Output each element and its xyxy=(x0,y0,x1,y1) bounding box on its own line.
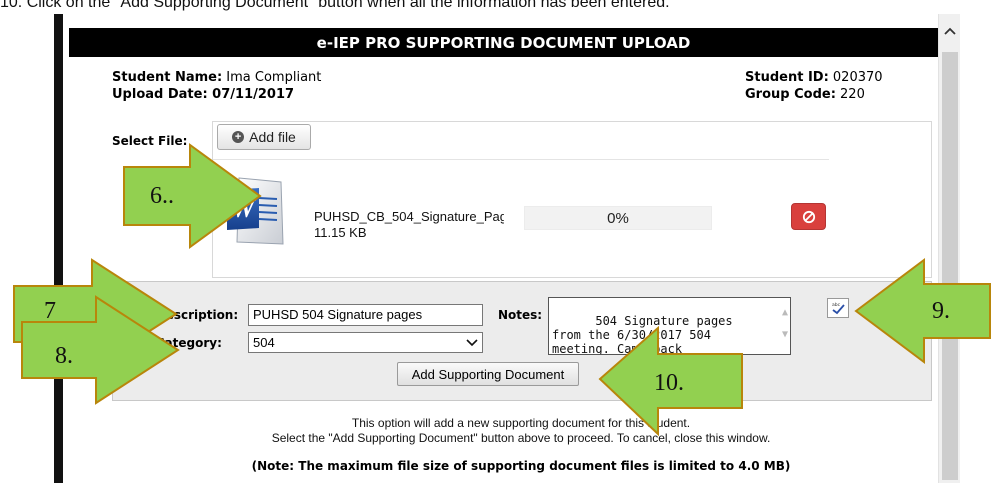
upload-area: + Add file W PUHSD_CB_504_Signature_Pag xyxy=(212,121,932,278)
divider xyxy=(213,159,829,160)
spell-check-button[interactable]: abc xyxy=(827,298,849,318)
group-code: Group Code: 220 xyxy=(745,87,865,102)
callout-arrow-9 xyxy=(854,258,991,364)
student-name-value: Ima Compliant xyxy=(222,70,322,85)
vertical-scrollbar[interactable] xyxy=(938,14,961,483)
upload-progress-bar: 0% xyxy=(524,206,712,230)
callout-arrow-8 xyxy=(21,295,180,405)
notes-label: Notes: xyxy=(498,308,543,322)
student-id-label: Student ID: xyxy=(745,70,829,85)
svg-text:abc: abc xyxy=(832,302,841,308)
chevron-down-icon xyxy=(466,333,478,358)
upload-date-value: 07/11/2017 xyxy=(207,87,295,102)
file-category-value: 504 xyxy=(253,335,275,350)
student-id-value: 020370 xyxy=(828,70,883,85)
window-margin-right xyxy=(960,14,992,483)
student-name-label: Student Name: xyxy=(112,70,223,85)
file-name: PUHSD_CB_504_Signature_Pag xyxy=(314,209,504,224)
file-description-input[interactable]: PUHSD 504 Signature pages xyxy=(248,304,483,326)
callout-label-9: 9. xyxy=(932,298,950,324)
file-category-select[interactable]: 504 xyxy=(248,332,483,353)
footer-line-1: This option will add a new supporting do… xyxy=(351,416,691,430)
notes-scroll-arrows[interactable]: ▲ ▼ xyxy=(782,302,788,346)
spell-check-icon: abc xyxy=(832,302,845,315)
student-id: Student ID: 020370 xyxy=(745,70,883,85)
file-size-note: (Note: The maximum file size of supporti… xyxy=(251,459,791,473)
student-name: Student Name: Ima Compliant xyxy=(112,70,321,85)
document-form: File Description: PUHSD 504 Signature pa… xyxy=(112,281,932,401)
upload-date: Upload Date: 07/11/2017 xyxy=(112,87,294,102)
footer-line-2: Select the "Add Supporting Document" but… xyxy=(271,431,771,445)
plus-circle-icon: + xyxy=(232,131,245,143)
cancel-upload-button[interactable] xyxy=(791,203,826,230)
group-code-label: Group Code: xyxy=(745,87,836,102)
upload-date-label: Upload Date: xyxy=(112,87,208,102)
callout-label-8: 8. xyxy=(55,343,73,369)
window-border-left xyxy=(54,14,63,483)
group-code-value: 220 xyxy=(835,87,865,102)
instruction-text: 10. Click on the "Add Supporting Documen… xyxy=(0,0,670,11)
callout-arrow-6 xyxy=(123,143,262,249)
page-title: e-IEP PRO SUPPORTING DOCUMENT UPLOAD xyxy=(69,28,938,57)
ban-icon xyxy=(802,210,815,223)
callout-label-6: 6.. xyxy=(150,183,174,209)
scroll-up-icon[interactable] xyxy=(939,14,961,48)
callout-label-10: 10. xyxy=(654,370,684,396)
add-supporting-document-button[interactable]: Add Supporting Document xyxy=(397,362,579,386)
progress-text: 0% xyxy=(607,209,629,227)
file-size: 11.15 KB xyxy=(314,225,367,240)
